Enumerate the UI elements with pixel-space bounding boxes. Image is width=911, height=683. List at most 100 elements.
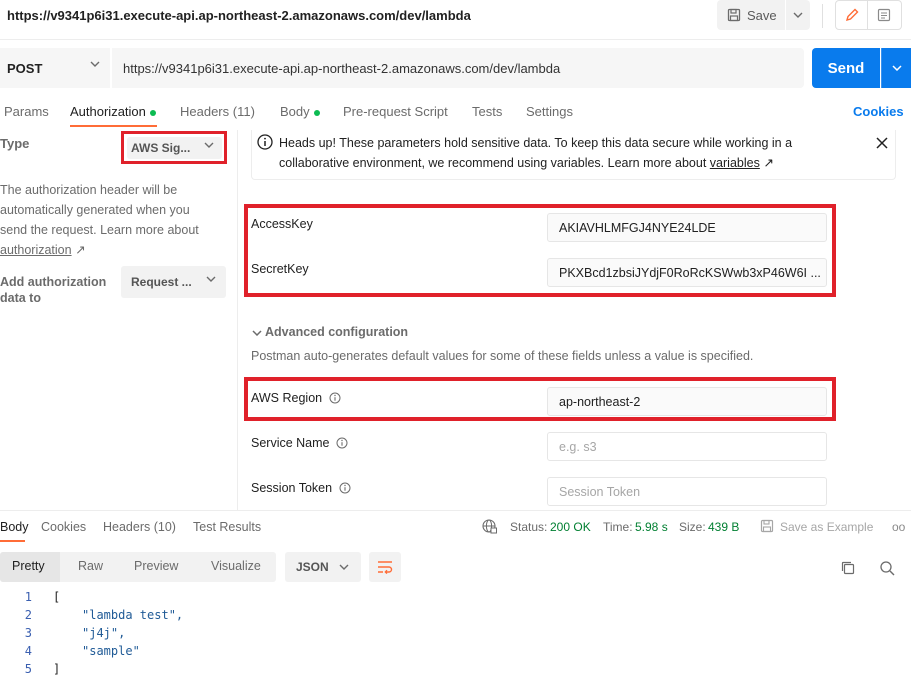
time-label: Time: xyxy=(603,520,633,534)
method-select[interactable]: POST xyxy=(0,48,110,88)
send-options-button[interactable] xyxy=(881,48,911,88)
response-tab-headers[interactable]: Headers (10) xyxy=(103,520,176,534)
add-auth-select[interactable]: Request ... xyxy=(121,266,226,298)
line-number: 5 xyxy=(24,662,32,676)
save-icon xyxy=(727,8,741,22)
tab-params[interactable]: Params xyxy=(4,104,49,119)
banner-text: Heads up! These parameters hold sensitiv… xyxy=(279,133,849,173)
response-tab-test-results[interactable]: Test Results xyxy=(193,520,261,534)
tab-label: Body xyxy=(280,104,310,119)
save-as-example-button[interactable]: Save as Example xyxy=(780,520,873,534)
line-number: 1 xyxy=(24,590,32,604)
session-token-label: Session Token xyxy=(251,481,351,495)
info-icon xyxy=(257,134,273,150)
highlight-box xyxy=(121,131,227,164)
url-input[interactable]: https://v9341p6i31.execute-api.ap-northe… xyxy=(112,48,804,88)
authorization-link[interactable]: authorization xyxy=(0,243,72,257)
documentation-button[interactable] xyxy=(867,0,902,30)
send-button[interactable]: Send xyxy=(812,48,880,88)
more-options-icon[interactable]: oo xyxy=(892,520,905,534)
add-auth-label: Add authorization data to xyxy=(0,275,107,305)
tab-label: Authorization xyxy=(70,104,146,119)
secret-key-input[interactable]: PKXBcd1zbsiJYdjF0RoRcKSWwb3xP46W6I ... xyxy=(547,258,827,287)
response-divider xyxy=(0,510,911,511)
chevron-down-icon xyxy=(206,276,216,282)
save-button[interactable]: Save xyxy=(717,0,785,30)
code-line: [ xyxy=(53,590,61,604)
external-link-icon: ↗ xyxy=(763,156,774,170)
size-value[interactable]: 439 B xyxy=(708,520,739,534)
response-tab-body[interactable]: Body xyxy=(0,520,29,534)
close-icon[interactable] xyxy=(876,137,888,149)
service-name-label-text: Service Name xyxy=(251,436,330,450)
auth-description-text: The authorization header will be automat… xyxy=(0,183,199,237)
globe-icon[interactable] xyxy=(482,519,497,534)
code-line: "j4j", xyxy=(82,626,126,640)
response-tab-cookies[interactable]: Cookies xyxy=(41,520,86,534)
active-tab-indicator xyxy=(70,125,157,127)
advanced-config-description: Postman auto-generates default values fo… xyxy=(251,349,754,363)
edit-button[interactable] xyxy=(835,0,868,30)
access-key-input[interactable]: AKIAVHLMFGJ4NYE24LDE xyxy=(547,213,827,242)
pencil-icon xyxy=(845,8,859,22)
copy-icon[interactable] xyxy=(840,560,856,576)
access-key-label: AccessKey xyxy=(251,217,313,231)
service-name-label: Service Name xyxy=(251,436,348,450)
cookies-link[interactable]: Cookies xyxy=(853,104,904,119)
session-token-input[interactable]: Session Token xyxy=(547,477,827,506)
view-tab-preview[interactable]: Preview xyxy=(134,559,178,573)
save-options-button[interactable] xyxy=(786,0,810,30)
aws-region-label-text: AWS Region xyxy=(251,391,323,405)
tab-authorization[interactable]: Authorization xyxy=(70,104,156,119)
type-label: Type xyxy=(0,136,30,151)
status-dot-icon xyxy=(149,109,156,116)
line-number: 4 xyxy=(24,644,32,658)
view-tab-raw[interactable]: Raw xyxy=(78,559,103,573)
wrap-lines-button[interactable] xyxy=(369,552,401,582)
chevron-down-icon xyxy=(339,564,349,570)
wrap-icon xyxy=(377,560,393,574)
tab-tests[interactable]: Tests xyxy=(472,104,502,119)
method-value: POST xyxy=(7,60,43,76)
status-dot-icon xyxy=(313,109,320,116)
service-name-input[interactable]: e.g. s3 xyxy=(547,432,827,461)
search-icon[interactable] xyxy=(879,560,895,576)
code-line: "sample" xyxy=(82,644,140,658)
status-value[interactable]: 200 OK xyxy=(550,520,591,534)
time-value[interactable]: 5.98 s xyxy=(635,520,668,534)
save-label: Save xyxy=(747,7,777,23)
status-label: Status: xyxy=(510,520,548,534)
variables-link[interactable]: variables xyxy=(710,156,760,170)
comment-icon xyxy=(877,8,891,22)
active-tab-indicator xyxy=(0,540,25,542)
tab-settings[interactable]: Settings xyxy=(526,104,573,119)
info-icon[interactable] xyxy=(339,482,351,494)
session-token-label-text: Session Token xyxy=(251,481,333,495)
chevron-down-icon xyxy=(252,330,262,336)
advanced-config-title: Advanced configuration xyxy=(265,325,409,339)
chevron-down-icon xyxy=(793,12,803,18)
line-number: 3 xyxy=(24,626,32,640)
advanced-config-toggle[interactable]: Advanced configuration xyxy=(252,325,408,339)
view-tab-pretty[interactable]: Pretty xyxy=(12,559,45,573)
code-line: "lambda test", xyxy=(82,608,184,622)
request-tabs: Params Authorization Headers (11) Body P… xyxy=(0,96,911,128)
aws-region-label: AWS Region xyxy=(251,391,341,405)
aws-region-input[interactable]: ap-northeast-2 xyxy=(547,387,827,416)
view-tab-visualize[interactable]: Visualize xyxy=(211,559,261,573)
tab-pre-request-script[interactable]: Pre-request Script xyxy=(343,104,448,119)
external-link-icon: ↗ xyxy=(75,243,86,257)
auth-description: The authorization header will be automat… xyxy=(0,180,220,260)
info-icon[interactable] xyxy=(336,437,348,449)
chevron-down-icon xyxy=(90,61,100,67)
tab-headers[interactable]: Headers (11) xyxy=(180,104,255,119)
save-icon xyxy=(760,519,774,533)
info-icon[interactable] xyxy=(329,392,341,404)
divider xyxy=(822,4,823,28)
chevron-down-icon xyxy=(891,65,902,71)
format-select[interactable]: JSON xyxy=(285,552,361,582)
tab-body[interactable]: Body xyxy=(280,104,320,119)
request-title[interactable]: https://v9341p6i31.execute-api.ap-northe… xyxy=(7,8,471,23)
add-auth-value: Request ... xyxy=(131,275,192,289)
code-line: ] xyxy=(53,662,61,676)
